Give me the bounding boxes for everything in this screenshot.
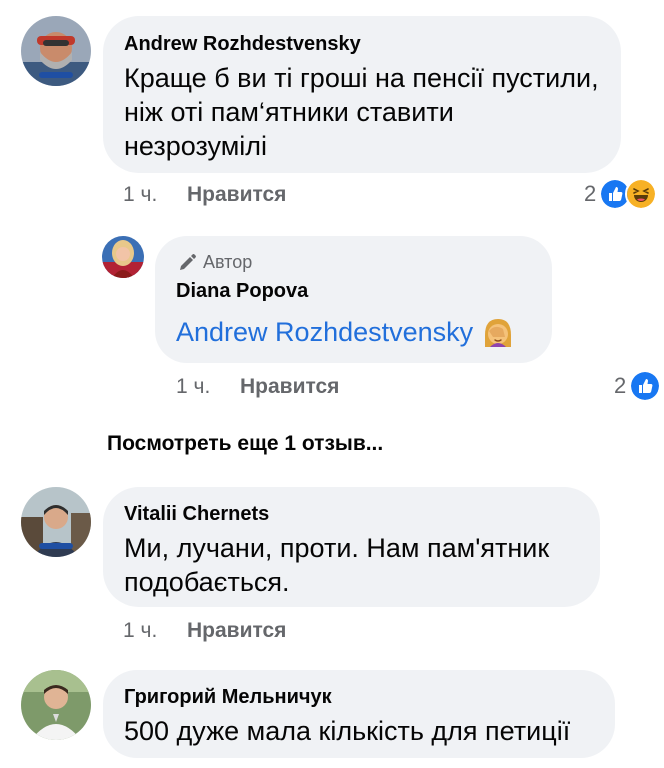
author-badge: Автор: [177, 252, 252, 273]
reaction-summary[interactable]: 2: [614, 370, 662, 402]
avatar[interactable]: [102, 236, 144, 278]
reaction-count: 2: [584, 181, 597, 206]
pencil-icon: [180, 253, 196, 270]
like-button[interactable]: Нравится: [240, 375, 339, 399]
like-icon: [629, 370, 662, 402]
haha-icon: [625, 178, 658, 210]
reaction-count: 2: [614, 373, 627, 398]
reaction-summary[interactable]: 2: [584, 178, 658, 210]
comments-thread: Andrew Rozhdestvensky Краще б ви ті грош…: [0, 0, 664, 768]
comment-time[interactable]: 1 ч.: [123, 183, 157, 207]
comment-text: 500 дуже мала кількість для петиції: [124, 716, 571, 746]
comment-text: Ми, лучани, проти. Нам пам'ятник подобає…: [124, 533, 550, 597]
avatar[interactable]: [21, 16, 91, 86]
comment-bubble: Vitalii Chernets Ми, лучани, проти. Нам …: [103, 487, 600, 607]
comment-author[interactable]: Vitalii Chernets: [124, 503, 269, 526]
reply-author[interactable]: Diana Popova: [176, 280, 308, 303]
reply-text: Andrew Rozhdestvensky: [176, 315, 515, 349]
comment-bubble: Григорий Мельничук 500 дуже мала кількіс…: [103, 670, 615, 758]
view-more-replies-link[interactable]: Посмотреть еще 1 отзыв...: [107, 432, 383, 456]
comment-author[interactable]: Григорий Мельничук: [124, 686, 332, 709]
reply-bubble: Автор Diana Popova Andrew Rozhdestvensky: [155, 236, 552, 363]
comment-text: Краще б ви ті гроші на пенсії пустили, н…: [124, 63, 599, 161]
like-button[interactable]: Нравится: [187, 619, 286, 643]
avatar[interactable]: [21, 487, 91, 557]
comment-bubble: Andrew Rozhdestvensky Краще б ви ті грош…: [103, 16, 621, 173]
comment-time[interactable]: 1 ч.: [123, 619, 157, 643]
author-badge-label: Автор: [203, 252, 253, 272]
reply-time[interactable]: 1 ч.: [176, 375, 210, 399]
face-palm-emoji: [485, 319, 512, 347]
comment-author[interactable]: Andrew Rozhdestvensky: [124, 33, 361, 56]
avatar[interactable]: [21, 670, 91, 740]
like-button[interactable]: Нравится: [187, 183, 286, 207]
mention-link[interactable]: Andrew Rozhdestvensky: [176, 315, 473, 349]
